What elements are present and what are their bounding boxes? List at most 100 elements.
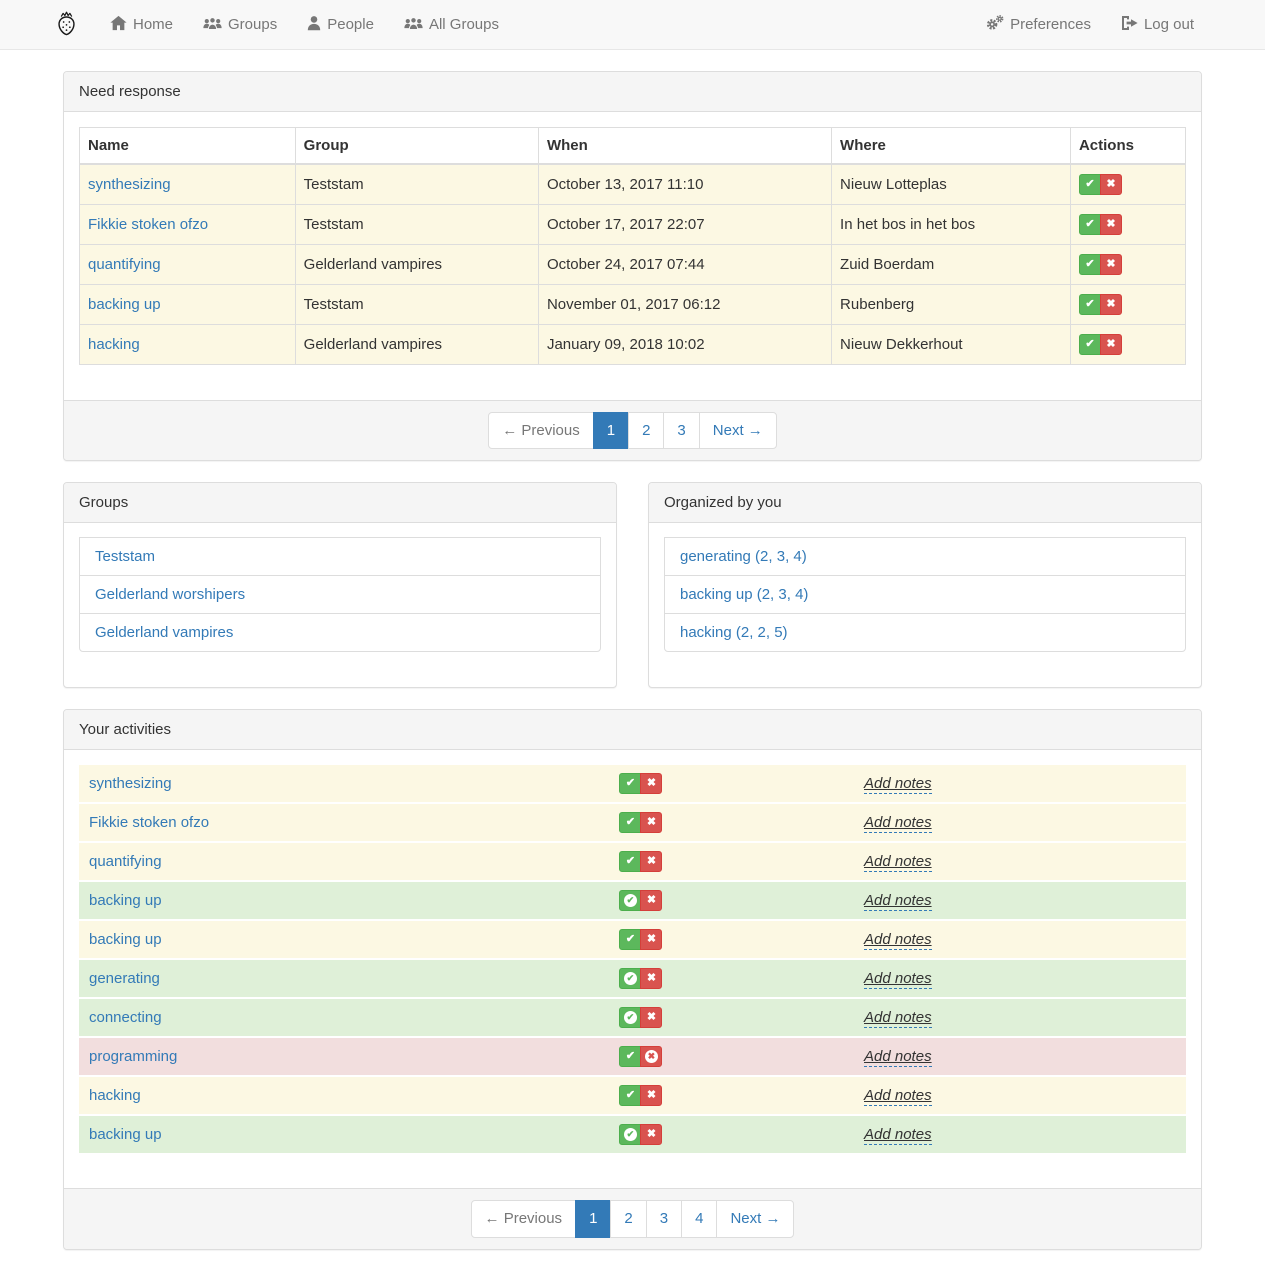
x-icon: ✖ <box>647 856 656 867</box>
accept-button[interactable]: ✔ ✔ <box>619 968 641 989</box>
activity-link[interactable]: synthesizing <box>89 775 172 792</box>
pagination-page[interactable]: 2 <box>610 1200 646 1237</box>
check-icon: ✔ <box>626 1051 635 1062</box>
decline-button[interactable]: ✖ <box>1100 214 1122 235</box>
pagination-previous[interactable]: ← Previous <box>471 1200 577 1237</box>
add-notes-link[interactable]: Add notes <box>864 892 932 911</box>
check-icon: ✔ <box>626 934 635 945</box>
activity-link[interactable]: backing up <box>89 931 162 948</box>
activity-link[interactable]: backing up <box>89 892 162 909</box>
organized-activity-link[interactable]: generating (2, 3, 4) <box>664 537 1186 576</box>
panel-title: Your activities <box>64 710 1201 750</box>
decline-button[interactable]: ✖ <box>1100 254 1122 275</box>
activity-link[interactable]: backing up <box>88 296 161 313</box>
add-notes-link[interactable]: Add notes <box>864 1126 932 1145</box>
accept-button[interactable]: ✔ ✔ <box>619 1085 641 1106</box>
activity-link[interactable]: programming <box>89 1048 177 1065</box>
accept-button[interactable]: ✔ ✔ <box>619 1046 641 1067</box>
activity-link[interactable]: synthesizing <box>88 176 171 193</box>
decline-button[interactable]: ✖ <box>1100 294 1122 315</box>
nav-item-groups[interactable]: Groups <box>188 0 292 49</box>
accept-button[interactable]: ✔ ✔ <box>619 1124 641 1145</box>
x-circle-icon: ✖ <box>645 1050 658 1063</box>
decline-button[interactable]: ✖ ✖ <box>640 1085 662 1106</box>
decline-button[interactable]: ✖ ✖ <box>640 1124 662 1145</box>
accept-button[interactable]: ✔ ✔ <box>619 851 641 872</box>
add-notes-link[interactable]: Add notes <box>864 853 932 872</box>
activity-link[interactable]: connecting <box>89 1009 162 1026</box>
panel-title: Organized by you <box>649 483 1201 523</box>
accept-button[interactable]: ✔ ✔ <box>619 1007 641 1028</box>
activity-link[interactable]: hacking <box>89 1087 141 1104</box>
check-icon: ✔ <box>626 817 635 828</box>
check-icon: ✔ <box>1085 299 1094 310</box>
pagination-page[interactable]: 3 <box>663 412 699 449</box>
accept-button[interactable]: ✔ ✔ <box>619 929 641 950</box>
activity-link[interactable]: hacking <box>88 336 140 353</box>
nav-item-people[interactable]: People <box>292 0 389 49</box>
pagination-previous[interactable]: ← Previous <box>488 412 594 449</box>
column-header-where: Where <box>832 128 1071 165</box>
add-notes-link[interactable]: Add notes <box>864 1009 932 1028</box>
accept-button[interactable]: ✔ ✔ <box>619 773 641 794</box>
activity-link[interactable]: Fikkie stoken ofzo <box>88 216 208 233</box>
accept-button[interactable]: ✔ <box>1079 254 1101 275</box>
response-button-group: ✔ ✖ <box>1079 294 1122 315</box>
decline-button[interactable]: ✖ <box>1100 334 1122 355</box>
pagination-next[interactable]: Next → <box>699 412 777 449</box>
nav-item-preferences[interactable]: Preferences <box>970 0 1106 49</box>
nav-item-all-groups[interactable]: All Groups <box>389 0 514 49</box>
check-icon: ✔ <box>1085 219 1094 230</box>
add-notes-link[interactable]: Add notes <box>864 1087 932 1106</box>
pagination-page[interactable]: 1 <box>593 412 629 449</box>
group-link[interactable]: Gelderland worshipers <box>79 575 601 614</box>
when-cell: October 24, 2017 07:44 <box>538 245 831 285</box>
decline-button[interactable]: ✖ ✖ <box>640 1007 662 1028</box>
accept-button[interactable]: ✔ ✔ <box>619 890 641 911</box>
decline-button[interactable]: ✖ <box>1100 174 1122 195</box>
activity-row: backing up ✔ ✔ ✖ ✖ <box>79 921 1186 958</box>
activity-row: backing up ✔ ✔ ✖ ✖ <box>79 1116 1186 1153</box>
navbar-right: Preferences Log out <box>970 0 1209 49</box>
x-icon: ✖ <box>647 778 656 789</box>
activity-link[interactable]: Fikkie stoken ofzo <box>89 814 209 831</box>
activity-link[interactable]: quantifying <box>89 853 162 870</box>
decline-button[interactable]: ✖ ✖ <box>640 929 662 950</box>
accept-button[interactable]: ✔ <box>1079 174 1101 195</box>
decline-button[interactable]: ✖ ✖ <box>640 773 662 794</box>
pagination-page[interactable]: 4 <box>681 1200 717 1237</box>
add-notes-link[interactable]: Add notes <box>864 775 932 794</box>
accept-button[interactable]: ✔ ✔ <box>619 812 641 833</box>
group-link[interactable]: Teststam <box>79 537 601 576</box>
nav-item-home[interactable]: Home <box>95 0 188 49</box>
nav-item-logout[interactable]: Log out <box>1106 0 1209 49</box>
activity-link[interactable]: quantifying <box>88 256 161 273</box>
group-link[interactable]: Gelderland vampires <box>79 613 601 652</box>
add-notes-link[interactable]: Add notes <box>864 1048 932 1067</box>
decline-button[interactable]: ✖ ✖ <box>640 968 662 989</box>
activity-link[interactable]: generating <box>89 970 160 987</box>
accept-button[interactable]: ✔ <box>1079 294 1101 315</box>
brand-logo[interactable] <box>56 10 95 40</box>
organized-activity-link[interactable]: hacking (2, 2, 5) <box>664 613 1186 652</box>
activity-link[interactable]: backing up <box>89 1126 162 1143</box>
pagination-page[interactable]: 3 <box>646 1200 682 1237</box>
pagination-page[interactable]: 2 <box>628 412 664 449</box>
organized-activity-link[interactable]: backing up (2, 3, 4) <box>664 575 1186 614</box>
where-cell: Zuid Boerdam <box>832 245 1071 285</box>
need-response-pagination: ← Previous 1 2 3 Next → <box>488 412 777 449</box>
decline-button[interactable]: ✖ ✖ <box>640 812 662 833</box>
add-notes-link[interactable]: Add notes <box>864 814 932 833</box>
activities-pagination: ← Previous 1 2 3 4 Next → <box>471 1200 795 1237</box>
accept-button[interactable]: ✔ <box>1079 334 1101 355</box>
accept-button[interactable]: ✔ <box>1079 214 1101 235</box>
add-notes-link[interactable]: Add notes <box>864 931 932 950</box>
pagination-next[interactable]: Next → <box>716 1200 794 1237</box>
group-cell: Teststam <box>295 205 538 245</box>
decline-button[interactable]: ✖ ✖ <box>640 1046 662 1067</box>
pagination-page[interactable]: 1 <box>575 1200 611 1237</box>
add-notes-link[interactable]: Add notes <box>864 970 932 989</box>
gears-icon <box>985 14 1004 35</box>
decline-button[interactable]: ✖ ✖ <box>640 851 662 872</box>
decline-button[interactable]: ✖ ✖ <box>640 890 662 911</box>
